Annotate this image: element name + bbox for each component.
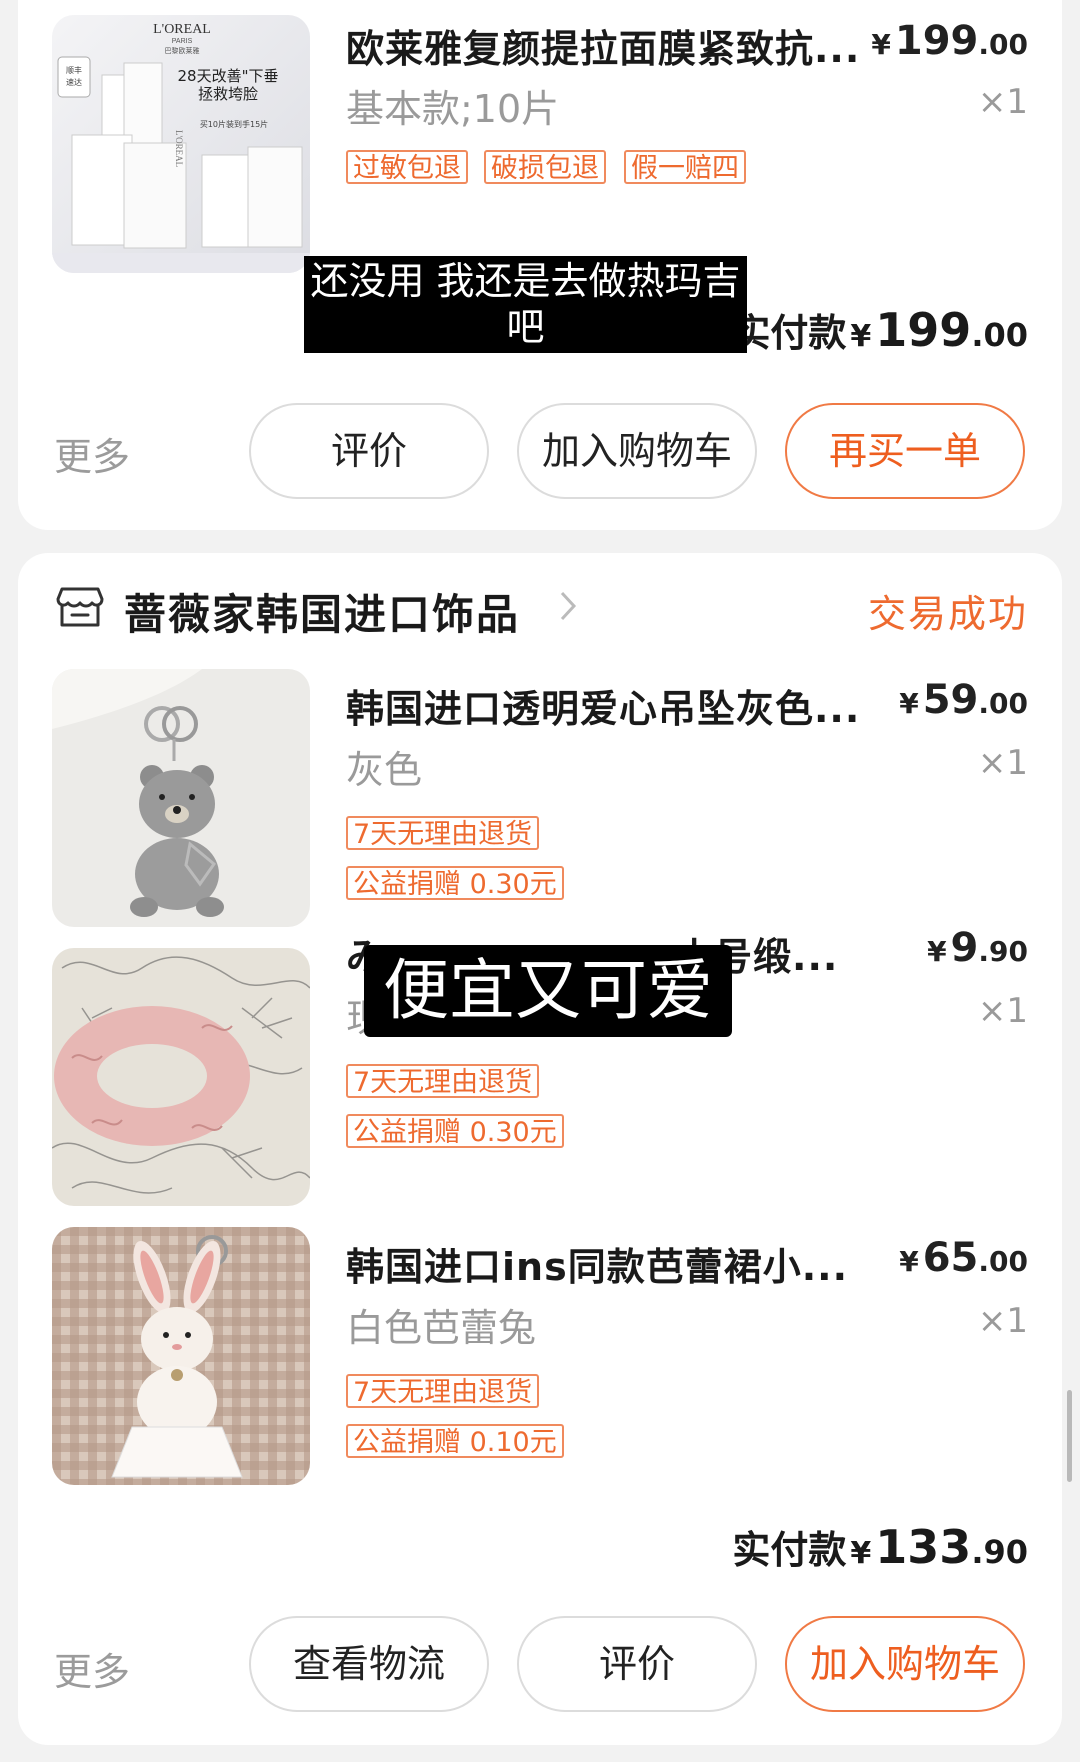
facial-mask-product-image: L'OREAL PARIS 巴黎欧莱雅 顺丰 速达 28天改善"下垂 拯救垮脸 … <box>52 15 310 273</box>
promo-text: 28天改善"下垂 <box>178 67 279 85</box>
promo-text: 拯救垮脸 <box>198 85 258 103</box>
donation-tag: 公益捐赠 0.10元 <box>346 1424 564 1458</box>
product-thumbnail[interactable] <box>52 669 310 927</box>
total-label: 实付款 <box>732 311 847 355</box>
product-price: ¥9.90 <box>927 925 1028 971</box>
caption-line: 便宜又可爱 <box>383 952 713 1029</box>
currency-symbol: ¥ <box>871 28 891 61</box>
product-thumbnail[interactable]: L'OREAL PARIS 巴黎欧莱雅 顺丰 速达 28天改善"下垂 拯救垮脸 … <box>52 15 310 273</box>
total-integer: 133 <box>875 1520 972 1574</box>
buy-again-button[interactable]: 再买一单 <box>785 403 1025 499</box>
product-variant: 白色芭蕾兔 <box>346 1306 537 1350</box>
total-decimal: .00 <box>971 316 1028 354</box>
product-quantity: ×1 <box>977 82 1028 122</box>
store-icon <box>56 585 104 629</box>
service-tag: 过敏包退 <box>346 150 468 184</box>
return-policy-tag: 7天无理由退货 <box>346 816 540 850</box>
order-status: 交易成功 <box>867 592 1028 636</box>
product-quantity: ×1 <box>977 1301 1028 1341</box>
caption-overlay: 便宜又可爱 <box>364 945 732 1037</box>
price-decimal: .00 <box>978 687 1028 720</box>
more-button[interactable]: 更多 <box>54 426 130 481</box>
total-label: 实付款 <box>732 1528 847 1572</box>
currency-symbol: ¥ <box>850 319 872 354</box>
order-total: 实付款 ¥133.90 <box>732 1519 1028 1574</box>
caption-overlay: 还没用 我还是去做热玛吉 吧 <box>304 256 747 353</box>
order-card: 蔷薇家韩国进口饰品 交易成功 韩国进口透明爱心吊坠灰色... ¥59.00 灰色 <box>18 553 1062 1745</box>
price-integer: 199 <box>894 18 979 64</box>
product-price: ¥199.00 <box>871 18 1028 64</box>
return-policy-tag: 7天无理由退货 <box>346 1064 540 1098</box>
bear-keychain-image <box>52 669 310 927</box>
price-integer: 59 <box>922 677 979 723</box>
chevron-right-icon[interactable] <box>558 589 578 623</box>
shop-name[interactable]: 蔷薇家韩国进口饰品 <box>124 581 520 642</box>
product-price: ¥65.00 <box>899 1235 1028 1281</box>
product-variant: 基本款;10片 <box>346 87 560 131</box>
product-quantity: ×1 <box>977 991 1028 1031</box>
currency-symbol: ¥ <box>899 687 919 720</box>
badge-text: 顺丰 <box>66 65 82 75</box>
badge-text: 速达 <box>66 77 82 87</box>
currency-symbol: ¥ <box>899 1245 919 1278</box>
service-tag: 假一赔四 <box>624 150 746 184</box>
bunny-keychain-image <box>52 1227 310 1485</box>
price-integer: 9 <box>950 925 979 971</box>
add-to-cart-button[interactable]: 加入购物车 <box>785 1616 1025 1712</box>
brand-cn-text: 巴黎欧莱雅 <box>165 46 200 55</box>
product-variant: 灰色 <box>346 748 423 792</box>
scrunchie-image <box>52 948 310 1206</box>
order-total: 实付款 ¥199.00 <box>732 302 1028 357</box>
promo-text: 买10片装到手15片 <box>200 119 268 129</box>
price-integer: 65 <box>922 1235 979 1281</box>
total-decimal: .90 <box>971 1533 1028 1571</box>
brand-subtext: PARIS <box>172 38 193 45</box>
price-decimal: .00 <box>978 1245 1028 1278</box>
total-integer: 199 <box>875 303 972 357</box>
view-logistics-button[interactable]: 查看物流 <box>249 1616 489 1712</box>
currency-symbol: ¥ <box>927 935 947 968</box>
product-thumbnail[interactable] <box>52 1227 310 1485</box>
caption-line: 还没用 我还是去做热玛吉 <box>310 259 741 303</box>
more-button[interactable]: 更多 <box>54 1641 130 1696</box>
product-title[interactable]: 韩国进口透明爱心吊坠灰色... <box>346 678 906 733</box>
side-brand-text: L'OREAL <box>174 130 184 167</box>
donation-tag: 公益捐赠 0.30元 <box>346 866 564 900</box>
product-quantity: ×1 <box>977 743 1028 783</box>
scrollbar[interactable] <box>1067 1390 1072 1482</box>
currency-symbol: ¥ <box>850 1536 872 1571</box>
product-thumbnail[interactable] <box>52 948 310 1206</box>
price-decimal: .90 <box>978 935 1028 968</box>
price-decimal: .00 <box>978 28 1028 61</box>
caption-line: 吧 <box>506 305 545 349</box>
product-title[interactable]: 欧莱雅复颜提拉面膜紧致抗... <box>346 18 906 73</box>
review-button[interactable]: 评价 <box>249 403 489 499</box>
brand-text: L'OREAL <box>153 22 211 37</box>
review-button[interactable]: 评价 <box>517 1616 757 1712</box>
add-to-cart-button[interactable]: 加入购物车 <box>517 403 757 499</box>
return-policy-tag: 7天无理由退货 <box>346 1374 540 1408</box>
donation-tag: 公益捐赠 0.30元 <box>346 1114 564 1148</box>
product-title[interactable]: 韩国进口ins同款芭蕾裙小... <box>346 1236 906 1291</box>
product-price: ¥59.00 <box>899 677 1028 723</box>
service-tag: 破损包退 <box>484 150 606 184</box>
